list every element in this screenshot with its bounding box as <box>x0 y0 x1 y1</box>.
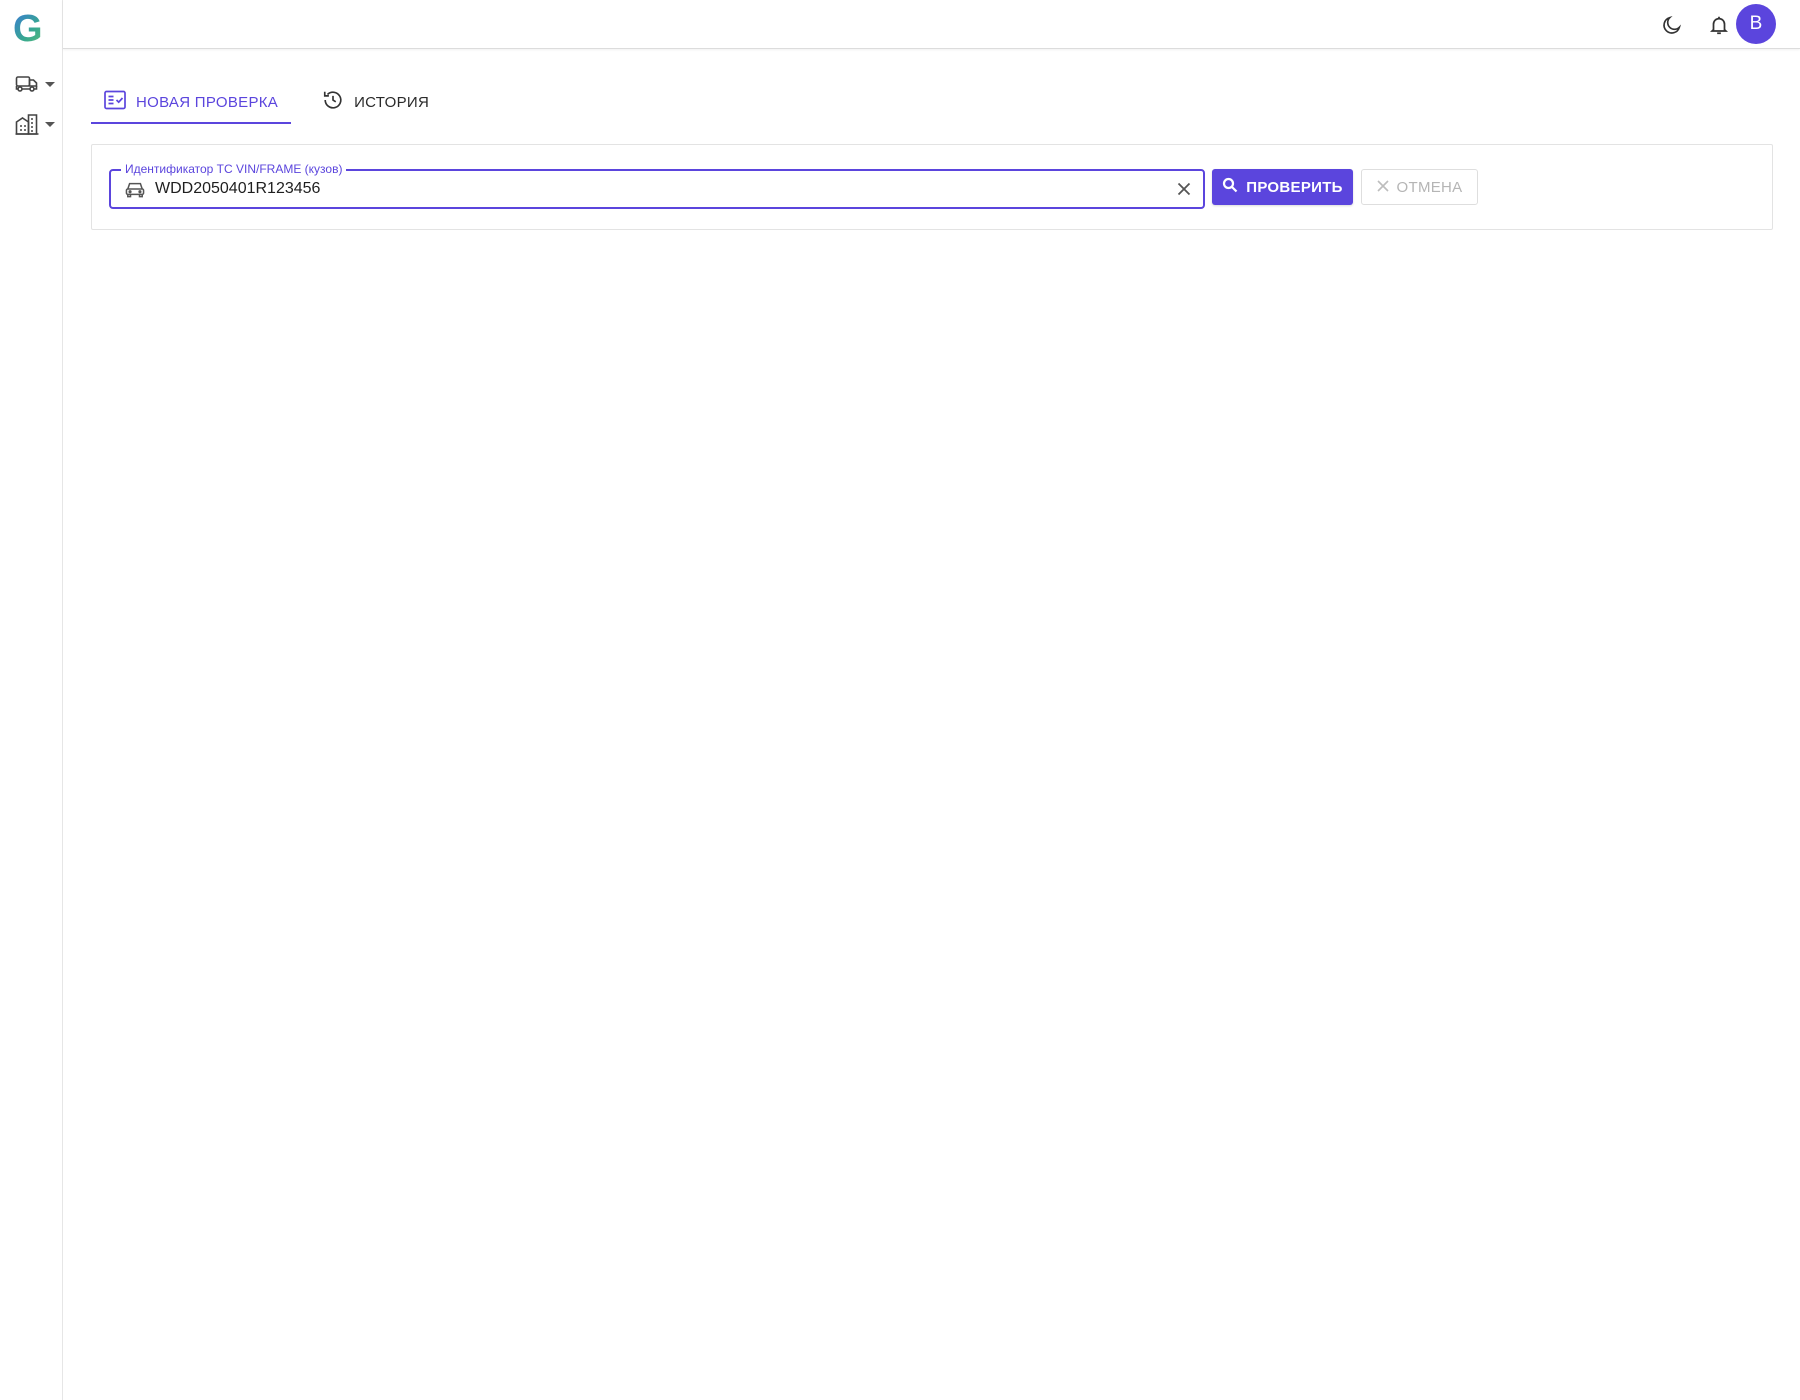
close-icon <box>1376 179 1389 196</box>
vin-field-label: Идентификатор ТС VIN/FRAME (кузов) <box>121 162 347 176</box>
cancel-button-label: ОТМЕНА <box>1396 178 1463 196</box>
notifications-icon[interactable] <box>1706 12 1732 38</box>
clear-icon[interactable] <box>1175 180 1193 198</box>
chevron-down-icon <box>45 81 55 87</box>
chevron-down-icon <box>45 121 55 127</box>
car-icon <box>125 180 145 203</box>
tab-label: НОВАЯ ПРОВЕРКА <box>136 93 279 111</box>
buildings-icon <box>15 113 39 135</box>
check-button[interactable]: ПРОВЕРИТЬ <box>1212 169 1353 205</box>
app-logo[interactable]: G <box>13 10 43 48</box>
tab-new-check[interactable]: НОВАЯ ПРОВЕРКА <box>91 80 292 124</box>
tab-label: ИСТОРИЯ <box>354 93 430 111</box>
top-bar: В <box>63 0 1800 49</box>
checklist-icon <box>104 90 126 114</box>
sidebar: G <box>0 0 63 1400</box>
vehicles-icon <box>15 74 39 94</box>
vin-input[interactable] <box>155 175 1155 203</box>
dark-mode-icon[interactable] <box>1659 12 1685 38</box>
check-form-card: Идентификатор ТС VIN/FRAME (кузов) ПРОВЕ… <box>91 144 1773 230</box>
cancel-button[interactable]: ОТМЕНА <box>1361 169 1478 205</box>
vin-field[interactable]: Идентификатор ТС VIN/FRAME (кузов) <box>109 162 1205 209</box>
tab-bar: НОВАЯ ПРОВЕРКА ИСТОРИЯ <box>91 80 442 124</box>
avatar[interactable]: В <box>1736 4 1776 44</box>
sidebar-item-buildings[interactable] <box>15 110 59 138</box>
history-icon <box>322 89 344 115</box>
sidebar-item-vehicles[interactable] <box>15 70 59 98</box>
search-icon <box>1222 177 1238 197</box>
tab-history[interactable]: ИСТОРИЯ <box>309 80 442 124</box>
check-button-label: ПРОВЕРИТЬ <box>1246 178 1343 196</box>
